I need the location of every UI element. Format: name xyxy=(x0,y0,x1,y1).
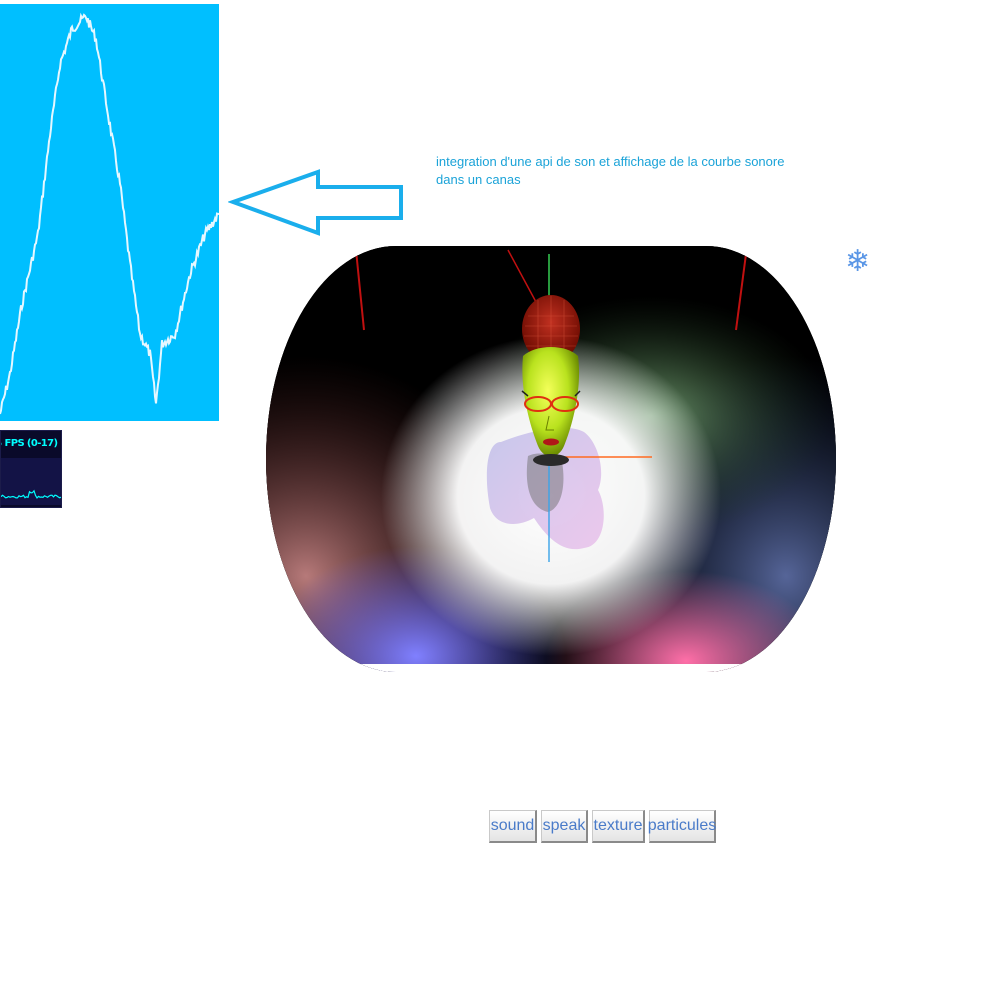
annotation-line-2: dans un canas xyxy=(436,172,521,187)
sound-waveform-line xyxy=(0,12,219,415)
arrow-left-icon xyxy=(228,169,403,236)
control-button-bar: sound speak texture particules xyxy=(489,810,716,843)
fps-stats-panel[interactable]: S FPS (0-17) xyxy=(0,430,62,508)
mouth xyxy=(543,438,559,446)
texture-button[interactable]: texture xyxy=(592,810,645,843)
particules-button[interactable]: particules xyxy=(648,810,716,843)
sound-curve-canvas xyxy=(0,4,219,421)
snowflake-icon: ❄ xyxy=(845,244,871,279)
speak-button[interactable]: speak xyxy=(541,810,588,843)
sound-waveform xyxy=(0,12,219,415)
floor-edge xyxy=(346,664,756,672)
annotation-line-1: integration d'une api de son et affichag… xyxy=(436,154,785,169)
fps-label: S FPS (0-17) xyxy=(0,438,58,449)
sound-button[interactable]: sound xyxy=(489,810,537,843)
annotation-text: integration d'une api de son et affichag… xyxy=(436,153,836,189)
neck xyxy=(533,454,569,466)
3d-viewport[interactable] xyxy=(266,246,836,672)
fps-graph xyxy=(1,458,61,505)
